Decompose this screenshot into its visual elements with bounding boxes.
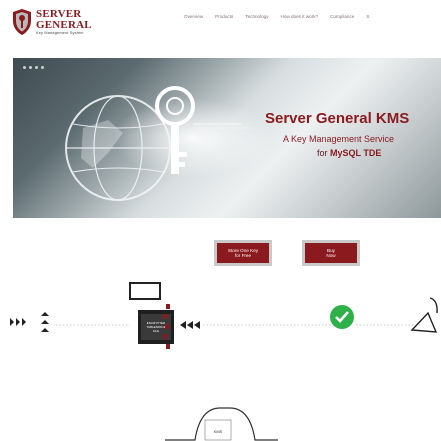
top-nav: Overview Products Technology How does it…	[184, 14, 381, 19]
hero-subtitle: A Key Management Service	[283, 134, 395, 144]
hero-subtitle-2-prefix: for	[317, 148, 331, 158]
nav-item-compliance[interactable]: Compliance	[330, 14, 354, 19]
brand-logo[interactable]: SERVER GENERAL Key Management System	[12, 8, 92, 42]
encrypted-tablespace-icon: ENCRYPTED TABLESPACE FILE	[129, 282, 174, 344]
key-icon	[155, 86, 195, 174]
kms-server-icon: KMS	[165, 407, 278, 441]
hero-subtitle-2-emph: MySQL TDE	[330, 148, 382, 158]
brand-name: SERVER GENERAL Key Management System	[36, 9, 92, 36]
brand-line2: GENERAL	[36, 19, 92, 31]
architecture-diagram: ENCRYPTED TABLESPACE FILE KMS	[10, 282, 438, 441]
hero-subtitle-2: for MySQL TDE	[317, 148, 381, 158]
key-outline-icon	[410, 297, 438, 333]
store-one-key-button[interactable]: Store One Key for Free	[214, 240, 272, 266]
nav-item-products[interactable]: Products	[215, 14, 233, 19]
arrow-left-icon	[180, 321, 200, 329]
chevron-right-icon	[10, 318, 26, 326]
shield-key-icon	[13, 9, 31, 35]
hero-title: Server General KMS	[265, 110, 410, 127]
store-button-line2: for Free	[234, 253, 252, 258]
hero-banner: Server General KMS A Key Management Serv…	[13, 58, 441, 218]
globe-icon	[65, 95, 171, 201]
nav-item-how-it-works[interactable]: How does it work?	[281, 14, 319, 19]
chevron-up-icon	[41, 312, 49, 332]
brand-tagline: Key Management System	[36, 31, 84, 35]
nav-item-more[interactable]: S	[366, 14, 369, 19]
server-label: KMS	[214, 429, 223, 434]
buy-button-line2: Now	[326, 253, 336, 258]
nav-item-overview[interactable]: Overview	[184, 14, 203, 19]
table-label-3: FILE	[153, 329, 159, 333]
buy-now-button[interactable]: Buy Now	[302, 240, 360, 266]
check-circle-icon	[330, 305, 354, 329]
nav-item-technology[interactable]: Technology	[245, 14, 268, 19]
